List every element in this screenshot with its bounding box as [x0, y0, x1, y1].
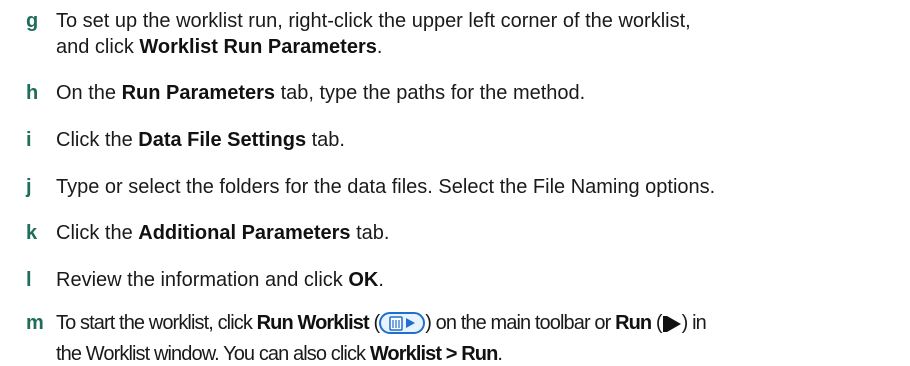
button-reference: Run Worklist — [256, 312, 370, 334]
run-worklist-icon — [379, 312, 426, 340]
step-letter: i — [26, 129, 32, 151]
step-text: Click the Additional Parameters tab. — [56, 222, 390, 244]
procedure-steps: g To set up the worklist run, right-clic… — [0, 0, 910, 365]
tab-reference: Run Parameters — [121, 82, 276, 104]
button-reference: Run — [615, 312, 652, 334]
step-letter: k — [26, 222, 38, 244]
run-play-icon — [662, 314, 682, 340]
menu-path-reference: Worklist > Run — [369, 343, 499, 365]
step-letter: l — [26, 269, 32, 291]
menu-item-reference: Worklist Run Parameters — [139, 36, 377, 58]
tab-reference: Additional Parameters — [138, 222, 351, 244]
step-letter: g — [26, 10, 39, 32]
step-text: To set up the worklist run, right-click … — [56, 10, 691, 58]
step-text: On the Run Parameters tab, type the path… — [56, 82, 586, 104]
step-text: To start the worklist, click Run Worklis… — [56, 312, 707, 365]
step-letter: j — [26, 176, 32, 198]
step-text: Click the Data File Settings tab. — [56, 129, 345, 151]
tab-reference: Data File Settings — [138, 129, 307, 151]
step-letter: m — [26, 312, 44, 334]
step-text: Type or select the folders for the data … — [56, 176, 716, 198]
button-reference: OK — [348, 269, 379, 291]
step-letter: h — [26, 82, 39, 104]
step-text: Review the information and click OK. — [56, 269, 384, 291]
